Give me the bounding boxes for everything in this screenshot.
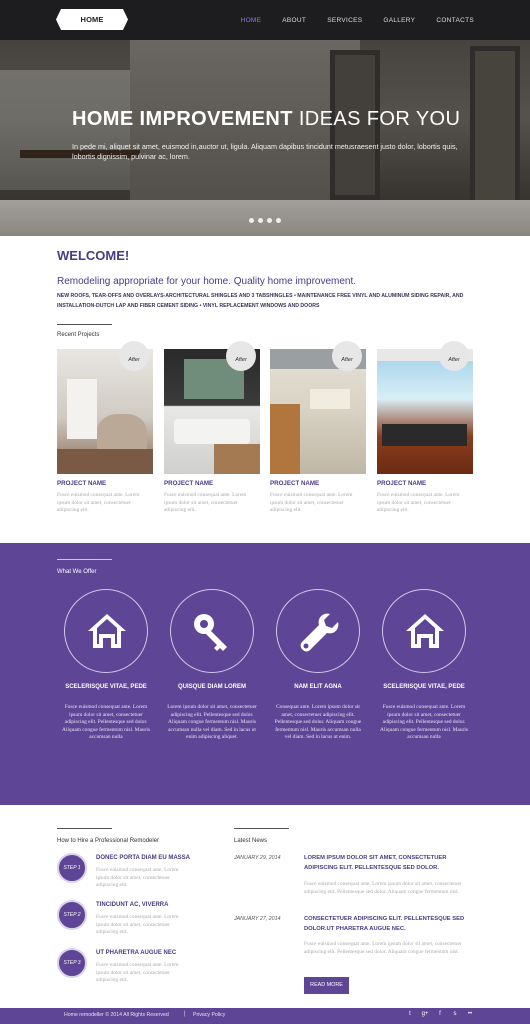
wrench-icon — [300, 613, 339, 652]
privacy-policy-link[interactable]: Privacy Policy — [193, 1012, 225, 1018]
nav-home[interactable]: HOME — [241, 17, 262, 24]
step-badge: STEP 3 — [57, 948, 87, 978]
recent-projects: After PROJECT NAME Fusce euismod consequ… — [57, 341, 473, 524]
project-name[interactable]: PROJECT NAME — [270, 480, 366, 487]
news-label: Latest News — [234, 838, 268, 844]
facebook-icon[interactable]: f — [436, 1011, 444, 1017]
footer: Home remodeller © 2014 All Rights Reserv… — [0, 1008, 530, 1024]
read-more-button[interactable]: READ MORE — [304, 977, 349, 994]
welcome-title: WELCOME! — [57, 248, 130, 263]
nav-about[interactable]: ABOUT — [282, 17, 306, 24]
step-title[interactable]: UT PHARETRA AUGUE NEC — [96, 950, 176, 956]
nav-contacts[interactable]: CONTACTS — [436, 17, 474, 24]
hero-text: In pede mi, aliquet sit amet, euismod in… — [72, 142, 458, 161]
hero-title: HOME IMPROVEMENT IDEAS FOR YOU — [72, 108, 460, 131]
image-curtain — [67, 379, 97, 439]
section-divider — [57, 828, 112, 829]
nav-services[interactable]: SERVICES — [327, 17, 362, 24]
slider-dot[interactable] — [249, 218, 254, 223]
image-cabinet — [270, 404, 300, 474]
offer-circle[interactable] — [382, 589, 466, 673]
flickr-icon[interactable]: •• — [466, 1011, 474, 1017]
project-description: Fusce euismod consequat ante. Lorem ipsu… — [377, 492, 460, 513]
hero-overlay — [0, 40, 530, 236]
image-counter — [382, 424, 467, 446]
project-description: Fusce euismod consequat ante. Lorem ipsu… — [164, 492, 247, 513]
slider-dot[interactable] — [267, 218, 272, 223]
offer-circle[interactable] — [64, 589, 148, 673]
hero-title-bold: HOME IMPROVEMENT — [72, 108, 293, 130]
section-divider — [57, 324, 112, 325]
news-text: Fusce euismod consequat ante. Lorem ipsu… — [304, 881, 462, 895]
project-card[interactable]: After PROJECT NAME Fusce euismod consequ… — [164, 341, 260, 515]
after-badge: After — [332, 341, 362, 371]
hire-label: How to Hire a Professional Remodeler — [57, 838, 160, 844]
copyright-text: Home remodeller © 2014 All Rights Reserv… — [64, 1012, 169, 1018]
nav-gallery[interactable]: GALLERY — [383, 17, 415, 24]
house-icon — [88, 614, 126, 648]
offer-title: SCELERISQUE VITAE, PEDE — [65, 684, 147, 690]
image-floor — [57, 449, 153, 474]
after-badge: After — [119, 341, 149, 371]
offer-text: Fusce euismod consequat ante. Lorem ipsu… — [380, 704, 468, 741]
welcome-subtitle: Remodeling appropriate for your home. Qu… — [57, 276, 357, 287]
project-name[interactable]: PROJECT NAME — [377, 480, 473, 487]
project-description: Fusce euismod consequat ante. Lorem ipsu… — [270, 492, 353, 513]
after-badge: After — [226, 341, 256, 371]
project-name[interactable]: PROJECT NAME — [57, 480, 153, 487]
project-card[interactable]: After PROJECT NAME Fusce euismod consequ… — [377, 341, 473, 515]
offer-section: What We Offer SCELERISQUE VITAE, PEDE QU… — [0, 543, 530, 805]
after-badge: After — [439, 341, 469, 371]
offer-label: What We Offer — [57, 569, 97, 575]
slider-dot[interactable] — [276, 218, 281, 223]
offer-title: SCELERISQUE VITAE, PEDE — [383, 684, 465, 690]
house-icon — [406, 614, 444, 648]
hero-title-light: IDEAS FOR YOU — [298, 108, 461, 130]
step-badge: STEP 1 — [57, 853, 87, 883]
news-title[interactable]: CONSECTETUER ADIPISCING ELIT. PELLENTESQ… — [304, 914, 474, 934]
image-bathtub — [174, 419, 250, 444]
twitter-icon[interactable]: t — [406, 1011, 414, 1017]
step-badge: STEP 2 — [57, 900, 87, 930]
site-logo[interactable]: HOME REMODELLER — [56, 9, 128, 30]
offer-text: Consequat ante. Lorem ipsum dolor sit am… — [274, 704, 362, 741]
step-title[interactable]: TINCIDUNT AC, VIVERRA — [96, 902, 168, 908]
step-text: Fusce euismod consequat ante. Lorem ipsu… — [96, 914, 179, 936]
section-divider — [234, 828, 289, 829]
skype-icon[interactable]: s — [451, 1011, 459, 1017]
services-list: NEW ROOFS, TEAR-OFFS AND OVERLAYS-ARCHIT… — [57, 293, 464, 309]
project-card[interactable]: After PROJECT NAME Fusce euismod consequ… — [270, 341, 366, 515]
news-text: Fusce euismod consequat ante. Lorem ipsu… — [304, 941, 462, 955]
offer-text: Fusce euismod consequat ante. Lorem ipsu… — [62, 704, 150, 741]
google-plus-icon[interactable]: g+ — [421, 1011, 429, 1017]
hero-slider: HOME IMPROVEMENT IDEAS FOR YOU In pede m… — [0, 40, 530, 236]
slider-pagination — [249, 218, 281, 223]
key-icon — [194, 614, 227, 651]
step-text: Fusce euismod consequat ante. Lorem ipsu… — [96, 867, 179, 889]
step-title[interactable]: DONEC PORTA DIAM EU MASSA — [96, 855, 190, 861]
step-text: Fusce euismod consequat ante. Lorem ipsu… — [96, 962, 179, 984]
social-links: t g+ f s •• — [406, 1011, 474, 1017]
offer-title: NAM ELIT AGNA — [294, 684, 342, 690]
offer-title: QUISQUE DIAM LOREM — [177, 684, 246, 690]
footer-separator: | — [184, 1011, 186, 1017]
news-date: JANUARY 29, 2014 — [234, 855, 281, 861]
offer-circle[interactable] — [170, 589, 254, 673]
top-navigation-bar: HOME REMODELLER HOME ABOUT SERVICES GALL… — [0, 0, 530, 40]
project-name[interactable]: PROJECT NAME — [164, 480, 260, 487]
section-divider — [57, 559, 112, 560]
offer-circle[interactable] — [276, 589, 360, 673]
image-window — [310, 389, 350, 409]
project-card[interactable]: After PROJECT NAME Fusce euismod consequ… — [57, 341, 153, 515]
news-date: JANUARY 27, 2014 — [234, 916, 281, 922]
project-description: Fusce euismod consequat ante. Lorem ipsu… — [57, 492, 140, 513]
recent-projects-label: Recent Projects — [57, 332, 100, 338]
offer-text: Lorem ipsum dolor sit amet, consectetuer… — [167, 704, 257, 741]
main-nav: HOME ABOUT SERVICES GALLERY CONTACTS — [241, 0, 474, 40]
slider-dot[interactable] — [258, 218, 263, 223]
news-title[interactable]: LOREM IPSUM DOLOR SIT AMET, CONSECTETUER… — [304, 853, 474, 873]
image-wood-bench — [214, 444, 260, 474]
